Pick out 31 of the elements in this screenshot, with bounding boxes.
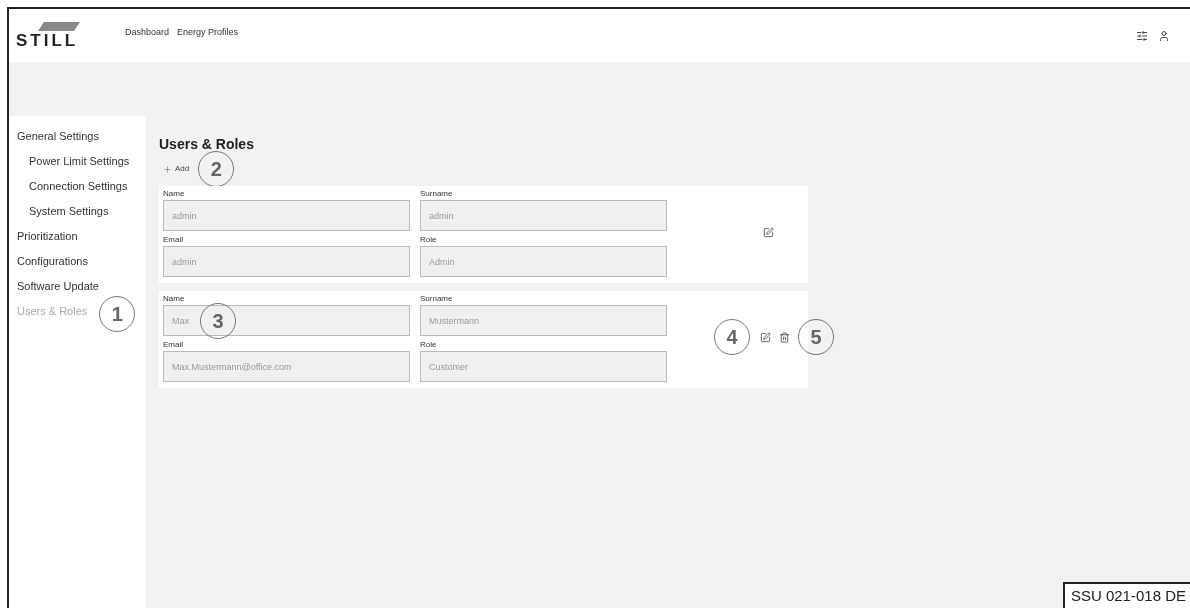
settings-icon[interactable] xyxy=(1136,29,1148,42)
nav-link[interactable]: Dashboard xyxy=(125,25,170,40)
nav-link[interactable]: Energy Profiles xyxy=(177,25,239,40)
field-label: Surname xyxy=(420,188,454,200)
field-label: Email xyxy=(163,234,184,246)
plus-icon xyxy=(163,164,172,174)
sidebar-item[interactable]: Configurations xyxy=(17,253,88,270)
field-label: Email xyxy=(163,339,184,351)
field-label: Role xyxy=(420,234,438,246)
sidebar-item[interactable]: Power Limit Settings xyxy=(29,153,130,170)
field-label: Role xyxy=(420,339,438,351)
edit-icon xyxy=(760,331,771,343)
field-label: Name xyxy=(163,188,186,200)
logo-icon xyxy=(38,21,80,31)
field-label: Surname xyxy=(420,293,454,305)
logo: STILL xyxy=(16,21,111,50)
delete-icon xyxy=(779,331,790,343)
edit-button[interactable] xyxy=(760,331,771,343)
sidebar-item[interactable]: General Settings xyxy=(17,128,99,145)
figure-code: SSU 021-018 DE xyxy=(1062,582,1190,608)
sidebar-item[interactable]: Software Update xyxy=(17,278,99,295)
page-title: Users & Roles xyxy=(159,135,255,154)
add-button[interactable]: Add xyxy=(163,163,190,175)
sidebar-item[interactable]: Prioritization xyxy=(17,228,78,245)
user-icon[interactable] xyxy=(1158,29,1170,42)
sidebar-item[interactable]: Connection Settings xyxy=(29,178,128,195)
field-label: Name xyxy=(163,293,186,305)
sidebar-item[interactable]: System Settings xyxy=(29,203,109,220)
delete-button[interactable] xyxy=(779,331,790,343)
edit-button[interactable] xyxy=(763,226,774,238)
edit-icon xyxy=(763,226,774,238)
